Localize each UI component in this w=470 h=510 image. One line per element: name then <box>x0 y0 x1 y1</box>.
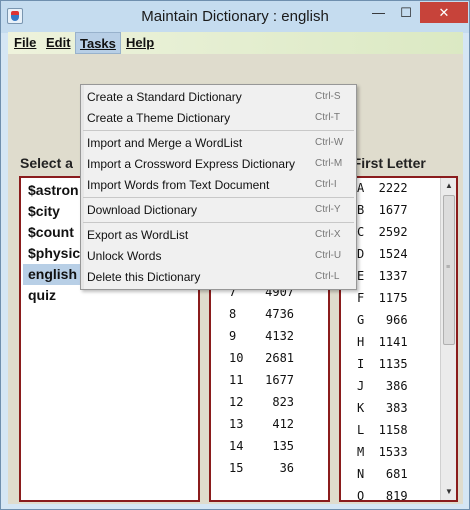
tasks-menu-item-label: Delete this Dictionary <box>87 270 201 284</box>
menu-file[interactable]: File <box>10 32 40 54</box>
tasks-menu-item[interactable]: Export as WordList Ctrl-X <box>81 225 356 246</box>
tasks-menu-item-shortcut: Ctrl-L <box>315 271 340 282</box>
menu-file-label: File <box>14 35 37 50</box>
menu-edit[interactable]: Edit <box>42 32 75 54</box>
scroll-grip-icon: ≡ <box>446 264 451 271</box>
menu-separator <box>83 222 354 223</box>
first-letter-row[interactable]: D 1524 <box>357 243 408 265</box>
tasks-menu-item-label: Download Dictionary <box>87 203 198 217</box>
first-letter-row[interactable]: N 681 <box>357 463 408 485</box>
title-bar[interactable]: Maintain Dictionary : english — ☐ ✕ <box>1 1 469 33</box>
first-letter-row[interactable]: M 1533 <box>357 441 408 463</box>
first-letter-row[interactable]: A 2222 <box>357 177 408 199</box>
first-letter-row[interactable]: O 819 <box>357 485 408 507</box>
tasks-menu-item[interactable]: Download Dictionary Ctrl-Y <box>81 200 356 221</box>
tasks-menu-item-shortcut: Ctrl-Y <box>315 204 341 215</box>
close-button[interactable]: ✕ <box>420 2 468 23</box>
tasks-menu-item-label: Import a Crossword Express Dictionary <box>87 157 296 171</box>
menu-tasks-label: Tasks <box>80 36 116 51</box>
word-length-row[interactable]: 13 412 <box>229 413 294 435</box>
tasks-menu-item[interactable]: Import and Merge a WordList Ctrl-W <box>81 133 356 154</box>
menu-separator <box>83 197 354 198</box>
tasks-menu-item-shortcut: Ctrl-I <box>315 179 337 190</box>
menu-edit-label: Edit <box>46 35 71 50</box>
first-letter-row[interactable]: C 2592 <box>357 221 408 243</box>
word-length-row[interactable]: 11 1677 <box>229 369 294 391</box>
maintain-dictionary-window: Maintain Dictionary : english — ☐ ✕ File… <box>0 0 470 510</box>
first-letter-row[interactable]: I 1135 <box>357 353 408 375</box>
select-dictionary-label: Select a <box>20 155 73 171</box>
first-letter-row[interactable]: H 1141 <box>357 331 408 353</box>
tasks-menu-item[interactable]: Import a Crossword Express Dictionary Ctr… <box>81 154 356 175</box>
content-frame: File Edit Tasks Help Select a y First Le… <box>8 32 463 504</box>
tasks-menu-item-shortcut: Ctrl-X <box>315 229 341 240</box>
tasks-menu-item[interactable]: Delete this Dictionary Ctrl-L <box>81 267 356 288</box>
minimize-button[interactable]: — <box>365 2 392 23</box>
tasks-menu-item-shortcut: Ctrl-T <box>315 112 340 123</box>
tasks-menu-item-label: Create a Standard Dictionary <box>87 90 242 104</box>
tasks-dropdown-menu: Create a Standard Dictionary Ctrl-S Create… <box>80 84 357 290</box>
first-letter-row[interactable]: J 386 <box>357 375 408 397</box>
tasks-menu-item-label: Import and Merge a WordList <box>87 136 243 150</box>
word-length-row[interactable]: 10 2681 <box>229 347 294 369</box>
tasks-menu-item-label: Import Words from Text Document <box>87 178 270 192</box>
scroll-thumb[interactable]: ≡ <box>443 195 455 345</box>
tasks-menu-item[interactable]: Import Words from Text Document Ctrl-I <box>81 175 356 196</box>
word-length-row[interactable]: 12 823 <box>229 391 294 413</box>
maximize-button[interactable]: ☐ <box>393 2 419 23</box>
tasks-menu-item-label: Export as WordList <box>87 228 189 242</box>
tasks-menu-item-shortcut: Ctrl-U <box>315 250 342 261</box>
tasks-menu-item[interactable]: Unlock Words Ctrl-U <box>81 246 356 267</box>
first-letter-row[interactable]: K 383 <box>357 397 408 419</box>
tasks-menu-item-label: Unlock Words <box>87 249 162 263</box>
tasks-menu-item[interactable]: Create a Standard Dictionary Ctrl-S <box>81 87 356 108</box>
first-letter-row[interactable]: B 1677 <box>357 199 408 221</box>
menu-bar: File Edit Tasks Help <box>8 32 463 54</box>
word-length-row[interactable]: 9 4132 <box>229 325 294 347</box>
tasks-menu-item-shortcut: Ctrl-W <box>315 137 344 148</box>
first-letter-row[interactable]: F 1175 <box>357 287 408 309</box>
menu-help[interactable]: Help <box>122 32 158 54</box>
word-length-row[interactable]: 8 4736 <box>229 303 294 325</box>
scroll-down-arrow-icon[interactable]: ▼ <box>442 485 456 499</box>
first-letter-row[interactable]: E 1337 <box>357 265 408 287</box>
tasks-menu-item-shortcut: Ctrl-S <box>315 91 341 102</box>
tasks-menu-item-label: Create a Theme Dictionary <box>87 111 231 125</box>
first-letter-row[interactable]: L 1158 <box>357 419 408 441</box>
first-letter-scrollbar[interactable]: ▲ ≡ ▼ <box>440 178 456 500</box>
menu-separator <box>83 130 354 131</box>
tasks-menu-item-shortcut: Ctrl-M <box>315 158 343 169</box>
tasks-menu-item[interactable]: Create a Theme Dictionary Ctrl-T <box>81 108 356 129</box>
word-length-row[interactable]: 14 135 <box>229 435 294 457</box>
menu-tasks[interactable]: Tasks <box>75 32 121 54</box>
menu-help-label: Help <box>126 35 155 50</box>
scroll-up-arrow-icon[interactable]: ▲ <box>442 179 456 193</box>
word-length-row[interactable]: 15 36 <box>229 457 294 479</box>
first-letter-row[interactable]: G 966 <box>357 309 408 331</box>
